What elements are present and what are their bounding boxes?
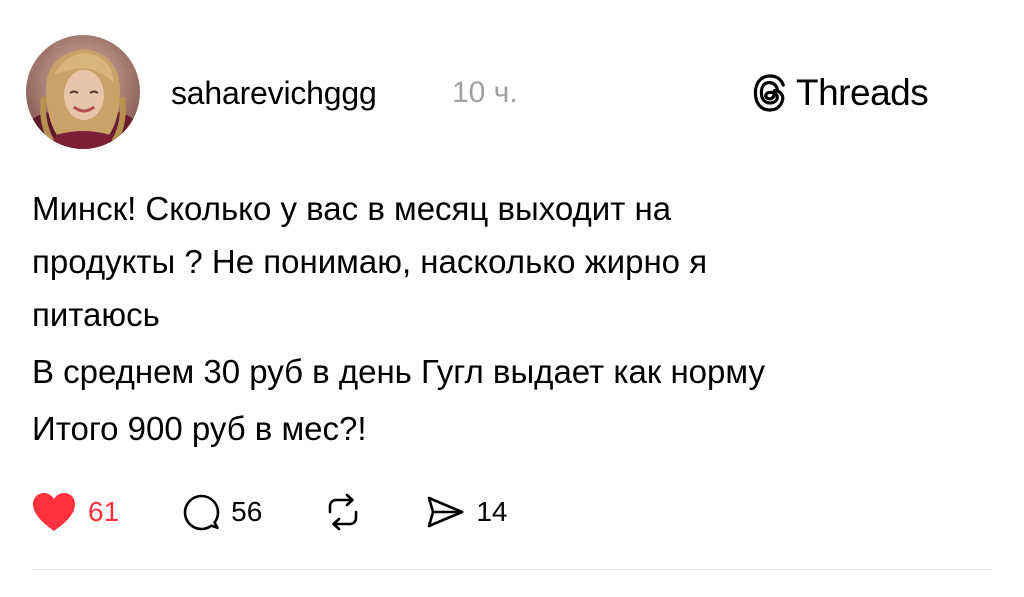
- author-username[interactable]: saharevichggg: [171, 73, 377, 113]
- avatar[interactable]: [26, 35, 140, 149]
- comment-count: 56: [231, 496, 263, 527]
- post-text-line: Итого 900 руб в мес?!: [32, 410, 367, 447]
- post-actions: 61 56 14: [30, 490, 507, 534]
- divider: [32, 569, 992, 570]
- send-icon: [428, 496, 464, 528]
- post-text-line: Минск! Сколько у вас в месяц выходит на: [32, 190, 672, 227]
- repost-button[interactable]: [322, 492, 364, 532]
- threads-logo-icon: [753, 74, 785, 112]
- post-text-line: продукты ? Не понимаю, насколько жирно я: [32, 243, 708, 280]
- comment-button[interactable]: 56: [181, 492, 262, 532]
- post-text-line: В среднем 30 руб в день Гугл выдает как …: [32, 353, 765, 390]
- threads-post: saharevichggg 10 ч. Threads Минск! Сколь…: [0, 0, 1024, 597]
- post-text-line: питаюсь: [32, 296, 160, 333]
- post-timestamp: 10 ч.: [452, 76, 518, 109]
- share-count: 14: [476, 496, 508, 527]
- speech-bubble-icon: [183, 494, 220, 531]
- threads-brand: Threads: [752, 70, 929, 116]
- post-body: Минск! Сколько у вас в месяц выходит на …: [32, 182, 932, 455]
- heart-icon: [33, 493, 75, 531]
- like-button[interactable]: 61: [30, 490, 119, 534]
- brand-name: Threads: [796, 72, 929, 113]
- repost-icon: [329, 493, 358, 531]
- share-button[interactable]: 14: [424, 492, 507, 532]
- like-count: 61: [88, 496, 120, 527]
